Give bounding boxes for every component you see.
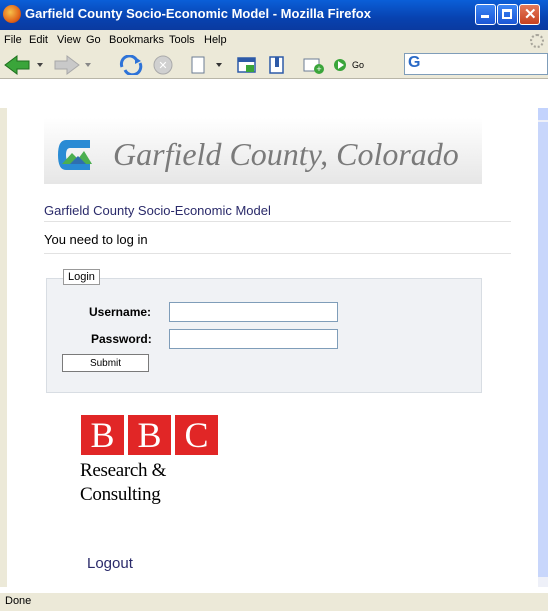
stop-icon[interactable]: ✕: [153, 55, 175, 75]
password-field[interactable]: [169, 329, 338, 349]
bbc-logo-line2: Consulting: [80, 484, 161, 505]
new-window-icon[interactable]: [236, 55, 258, 75]
page-viewport: Garfield County, Colorado Garfield Count…: [7, 108, 538, 587]
login-legend: Login: [63, 269, 100, 285]
menu-help[interactable]: Help: [204, 34, 227, 46]
bbc-logo-letter: C: [175, 415, 218, 455]
close-button[interactable]: ✕: [519, 4, 540, 25]
svg-text:+: +: [316, 64, 321, 74]
google-search-icon[interactable]: G: [408, 54, 420, 72]
bbc-logo: B B C: [81, 415, 218, 455]
login-message: You need to log in: [44, 232, 148, 247]
menu-file[interactable]: File: [4, 34, 22, 46]
logout-link[interactable]: Logout: [87, 555, 133, 572]
forward-icon[interactable]: [53, 55, 95, 75]
password-label: Password:: [91, 332, 152, 346]
firefox-icon: [3, 5, 21, 23]
bbc-logo-letter: B: [81, 415, 124, 455]
username-label: Username:: [89, 305, 152, 319]
menu-tools[interactable]: Tools: [169, 34, 195, 46]
svg-text:✕: ✕: [158, 60, 167, 72]
new-tab-icon[interactable]: +: [302, 55, 326, 75]
banner-title: Garfield County, Colorado: [113, 136, 459, 172]
menu-edit[interactable]: Edit: [29, 34, 48, 46]
menu-bar: File Edit View Go Bookmarks Tools Help: [0, 30, 548, 50]
submit-button[interactable]: Submit: [62, 354, 149, 372]
minimize-button[interactable]: [475, 4, 496, 25]
reload-icon[interactable]: [118, 55, 144, 75]
bbc-logo-line1: Research &: [80, 460, 167, 481]
menu-bookmarks[interactable]: Bookmarks: [109, 34, 164, 46]
maximize-button[interactable]: [497, 4, 518, 25]
title-bar: Garfield County Socio-Economic Model - M…: [0, 0, 548, 30]
window-title: Garfield County Socio-Economic Model - M…: [25, 6, 371, 21]
go-label[interactable]: Go: [352, 60, 364, 70]
username-field[interactable]: [169, 302, 338, 322]
back-icon[interactable]: [3, 55, 45, 75]
divider: [44, 221, 511, 222]
throbber-icon: [530, 34, 544, 48]
menu-view[interactable]: View: [57, 34, 81, 46]
go-icon[interactable]: [332, 55, 348, 75]
status-text: Done: [5, 595, 32, 607]
county-banner: Garfield County, Colorado: [44, 118, 482, 184]
scrollbar-thumb[interactable]: [538, 122, 548, 577]
new-page-icon[interactable]: [189, 55, 225, 75]
search-box[interactable]: G: [404, 53, 548, 75]
bookmarks-icon[interactable]: [266, 55, 288, 75]
scroll-up-arrow-icon[interactable]: [538, 108, 548, 120]
bbc-logo-letter: B: [128, 415, 171, 455]
left-frame: [0, 108, 7, 587]
divider: [44, 253, 511, 254]
site-title: Garfield County Socio-Economic Model: [44, 203, 271, 218]
garfield-county-logo-icon: [58, 140, 92, 170]
status-bar: Done: [0, 592, 548, 611]
menu-go[interactable]: Go: [86, 34, 101, 46]
